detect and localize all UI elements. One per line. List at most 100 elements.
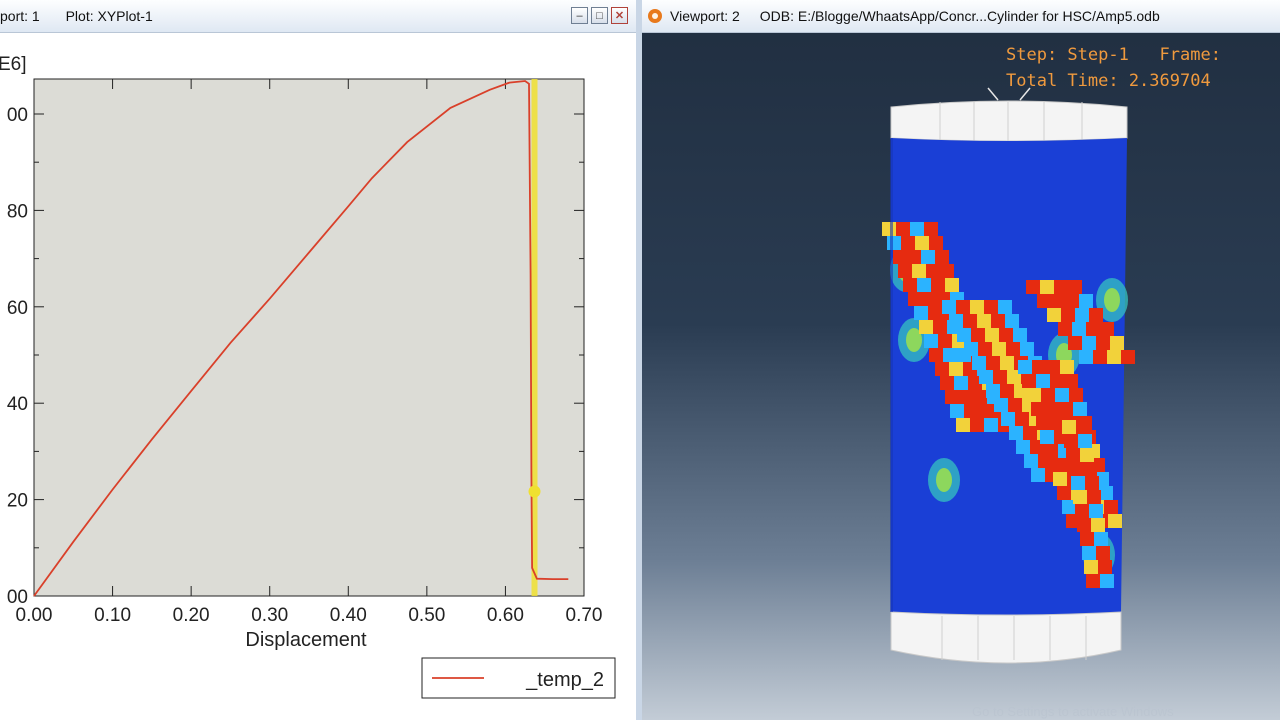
damage-cell [1020,342,1034,356]
damage-cell [1057,486,1071,500]
damage-cell [924,334,938,348]
damage-cell [901,236,915,250]
top-cap [890,100,1128,142]
damage-cell [922,292,936,306]
damage-cell [1099,486,1113,500]
damage-cell [1015,412,1029,426]
damage-cell [1060,360,1074,374]
damage-cell [908,292,922,306]
step-info: Step: Step-1 Frame: Total Time: 2.369704 [1006,42,1221,94]
damage-cell [1013,328,1027,342]
damage-cell [898,264,912,278]
damage-cell [1050,374,1064,388]
damage-cell [999,328,1013,342]
minimize-button[interactable]: – [571,7,588,24]
damage-cell [1054,280,1068,294]
viewport-icon [648,9,662,23]
damage-cell [972,356,986,370]
damage-cell [1072,322,1086,336]
damage-cell [1036,416,1050,430]
damage-cell [938,334,952,348]
damage-cell [970,300,984,314]
damage-cell [1037,294,1051,308]
x-tick-label: 0.50 [408,605,445,626]
damage-cell [1027,388,1041,402]
damage-cell [1082,546,1096,560]
damage-cell [924,222,938,236]
damage-cell [1053,472,1067,486]
damage-cell [1098,560,1112,574]
x-tick-label: 0.60 [487,605,524,626]
damage-cell [1073,402,1087,416]
current-frame-marker [528,485,541,498]
y-tick-label: 20 [7,491,28,512]
damage-cell [1047,308,1061,322]
damage-cell [991,314,1005,328]
damage-cell [1040,280,1054,294]
damage-cell [992,342,1006,356]
damage-cell [1001,412,1015,426]
viewport-label: Viewport: 2 [670,8,740,24]
viewport-label: port: 1 [0,8,40,24]
damage-cell [1024,454,1038,468]
damage-cell [1087,490,1101,504]
damage-cell [978,342,992,356]
damage-cell [978,404,992,418]
damage-cell [1032,360,1046,374]
restore-button[interactable]: □ [591,7,608,24]
total-time-text: Total Time: 2.369704 [1006,71,1211,91]
damage-cell [1075,504,1089,518]
damage-cell [1079,294,1093,308]
damage-cell [910,222,924,236]
damage-cell [917,278,931,292]
damage-cell [1121,350,1135,364]
y-axis-label: E6] [0,54,27,75]
damage-cell [1050,416,1064,430]
damage-cell [1040,430,1054,444]
step-text: Step: Step-1 Frame: [1006,45,1221,65]
activation-watermark: Go to Settings to activate Windows [972,704,1174,719]
damage-cell [1006,342,1020,356]
damage-cell [1096,336,1110,350]
damage-cell [1041,388,1055,402]
damage-cell [986,356,1000,370]
damage-cell [1051,294,1065,308]
damage-cell [964,404,978,418]
damage-cell [1026,280,1040,294]
x-tick-label: 0.30 [251,605,288,626]
damage-cell [933,320,947,334]
plot-area [33,78,585,597]
xyplot-titlebar[interactable]: port: 1 Plot: XYPlot-1 – □ ✕ [0,0,636,33]
damage-cell [943,348,957,362]
damage-cell [979,370,993,384]
damage-cell [1094,532,1108,546]
damage-cell [1089,308,1103,322]
odb-viewport[interactable]: Viewport: 2 ODB: E:/Blogge/WhaatsApp/Con… [642,0,1280,720]
damage-cell [964,342,978,356]
odb-titlebar[interactable]: Viewport: 2 ODB: E:/Blogge/WhaatsApp/Con… [642,0,1280,33]
damage-cell [1078,434,1092,448]
cylinder-contour-model[interactable] [642,32,1280,720]
y-tick-label: 00 [7,105,28,126]
damage-cell [1066,448,1080,462]
damage-cell [954,376,968,390]
gradient-core [1104,288,1120,312]
damage-cell [984,418,998,432]
damage-cell [1059,402,1073,416]
damage-cell [921,250,935,264]
damage-cell [956,418,970,432]
x-axis-label: Displacement [245,629,367,651]
damage-cell [1107,350,1121,364]
damage-cell [986,384,1000,398]
damage-cell [931,278,945,292]
damage-cell [929,348,943,362]
xyplot-viewport[interactable]: port: 1 Plot: XYPlot-1 – □ ✕ 0.00 0.10 0.2… [0,0,636,720]
damage-cell [1036,374,1050,388]
damage-cell [887,236,901,250]
damage-cell [970,418,984,432]
xy-chart[interactable]: 0.00 0.10 0.20 0.30 0.40 0.50 0.60 0.70 00 20 40 60… [0,32,636,720]
close-button[interactable]: ✕ [611,7,628,24]
damage-cell [940,264,954,278]
damage-cell [1065,294,1079,308]
damage-cell [1077,518,1091,532]
